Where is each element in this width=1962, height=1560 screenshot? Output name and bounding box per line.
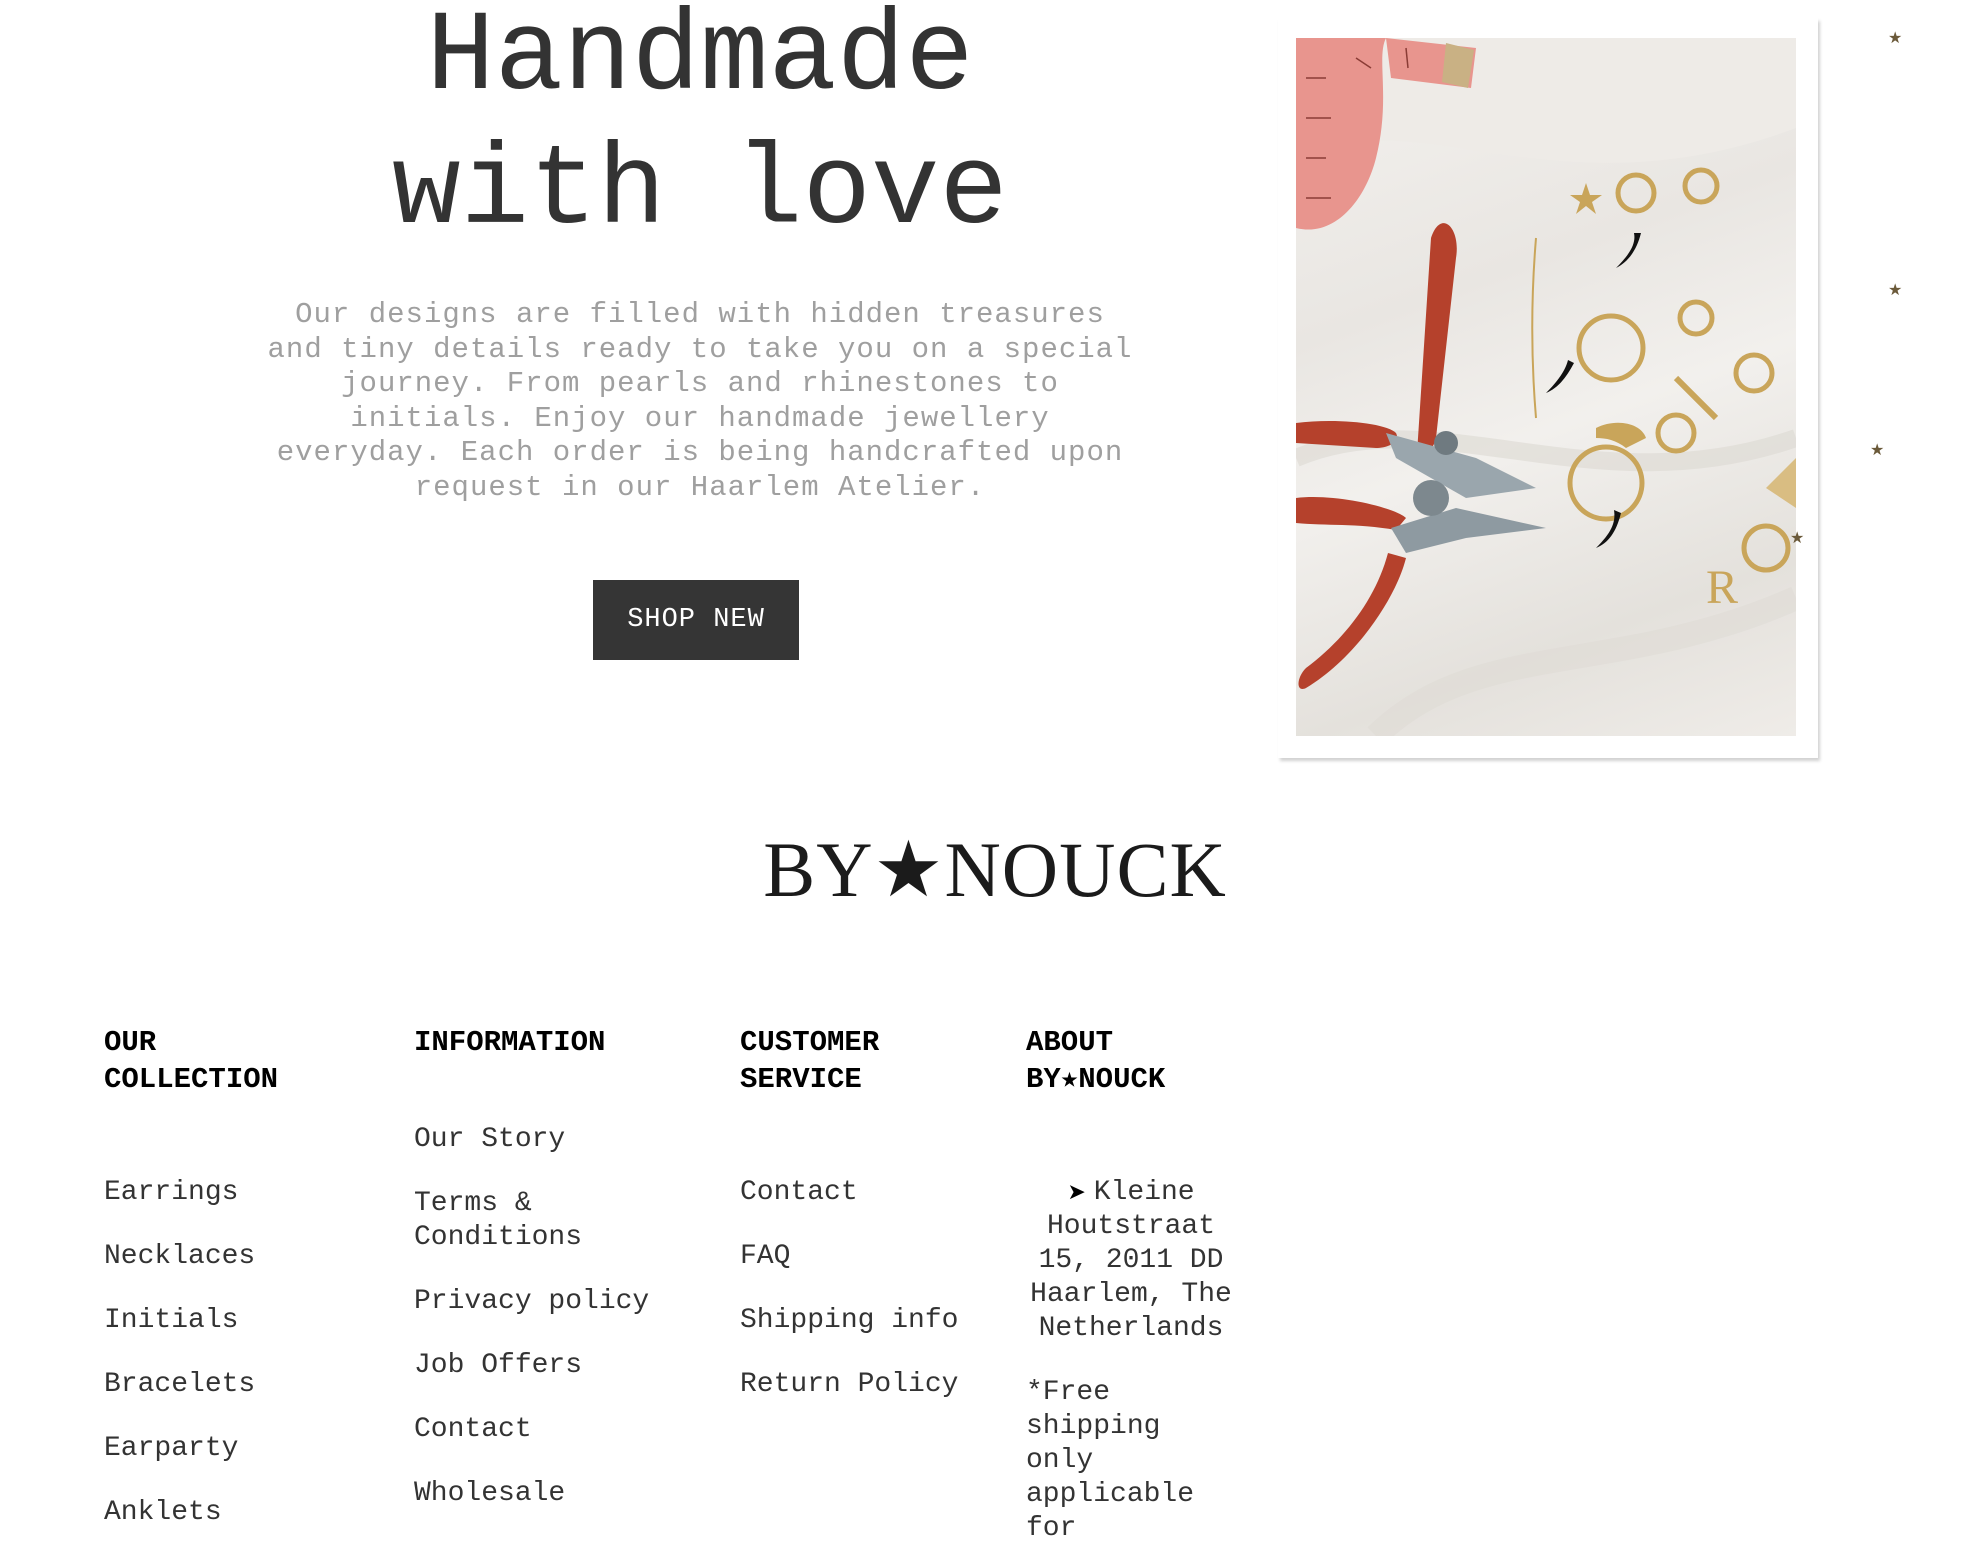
footer-customer-service-heading-line1: CUSTOMER — [740, 1026, 880, 1059]
footer-link-our-story[interactable]: Our Story — [414, 1123, 674, 1157]
footer-customer-service-column: CUSTOMER SERVICE Contact FAQ Shipping in… — [740, 1024, 960, 1432]
footer-about-heading: ABOUT BY★NOUCK — [1026, 1024, 1266, 1098]
footer-link-contact[interactable]: Contact — [414, 1413, 674, 1447]
footer-link-wholesale[interactable]: Wholesale — [414, 1477, 674, 1511]
footer-link-bracelets[interactable]: Bracelets — [104, 1368, 364, 1402]
star-icon: ★ — [1888, 28, 1903, 47]
footer-customer-service-list: Contact FAQ Shipping info Return Policy — [740, 1176, 960, 1402]
footer-about-column: ABOUT BY★NOUCK ➤ Kleine Houtstraat 15, 20… — [1026, 1024, 1266, 1546]
hero-title-line2: with love — [392, 128, 1008, 257]
footer-link-cs-contact[interactable]: Contact — [740, 1176, 960, 1210]
hero-description: Our designs are filled with hidden treas… — [267, 298, 1133, 504]
hero-image-frame: R — [1278, 18, 1818, 758]
footer-link-faq[interactable]: FAQ — [740, 1240, 960, 1274]
footer-link-return-policy[interactable]: Return Policy — [740, 1368, 960, 1402]
hero-title-line1: Handmade — [426, 0, 974, 123]
hero-title: Handmade with love — [200, 0, 1200, 260]
jewellery-photo: R — [1296, 38, 1796, 736]
footer-link-shipping-info[interactable]: Shipping info — [740, 1304, 960, 1338]
footer-collection-list: Earrings Necklaces Initials Bracelets Ea… — [104, 1176, 364, 1530]
footer-collection-heading: OUR COLLECTION — [104, 1024, 364, 1098]
footer-customer-service-heading: CUSTOMER SERVICE — [740, 1024, 960, 1098]
footer-about-heading-line1: ABOUT — [1026, 1026, 1114, 1059]
shipping-note: *Free shipping only applicable for — [1026, 1377, 1195, 1544]
footer-about-heading-line2: BY★NOUCK — [1026, 1063, 1166, 1096]
footer-customer-service-heading-line2: SERVICE — [740, 1063, 862, 1096]
footer-link-anklets[interactable]: Anklets — [104, 1496, 364, 1530]
svg-text:R: R — [1706, 561, 1738, 614]
footer-information-heading: INFORMATION — [414, 1026, 606, 1059]
store-address: ➤ Kleine Houtstraat 15, 2011 DD Haarlem, … — [1026, 1176, 1236, 1346]
store-address-text: Kleine Houtstraat 15, 2011 DD Haarlem, T… — [1030, 1177, 1232, 1344]
footer-link-initials[interactable]: Initials — [104, 1304, 364, 1338]
footer-information-column: INFORMATION Our Story Terms & Conditions… — [414, 1024, 674, 1541]
footer-collection-column: OUR COLLECTION Earrings Necklaces Initia… — [104, 1024, 364, 1560]
star-icon: ★ — [1888, 280, 1903, 299]
arrow-icon: ➤ — [1067, 1180, 1086, 1205]
footer-link-terms[interactable]: Terms & Conditions — [414, 1187, 674, 1255]
footer-link-privacy[interactable]: Privacy policy — [414, 1285, 674, 1319]
footer-link-necklaces[interactable]: Necklaces — [104, 1240, 364, 1274]
footer-link-earparty[interactable]: Earparty — [104, 1432, 364, 1466]
shop-new-button[interactable]: SHOP NEW — [593, 580, 799, 660]
footer-collection-heading-line1: OUR — [104, 1026, 157, 1059]
footer-link-earrings[interactable]: Earrings — [104, 1176, 364, 1210]
footer-link-job-offers[interactable]: Job Offers — [414, 1349, 674, 1383]
brand-logo[interactable]: BY★NOUCK — [700, 820, 1290, 920]
star-icon: ★ — [1790, 528, 1805, 547]
jewellery-illustration: R — [1296, 38, 1796, 736]
star-icon: ★ — [1870, 440, 1885, 459]
footer-information-list: Our Story Terms & Conditions Privacy pol… — [414, 1123, 674, 1511]
footer-collection-heading-line2: COLLECTION — [104, 1063, 279, 1096]
